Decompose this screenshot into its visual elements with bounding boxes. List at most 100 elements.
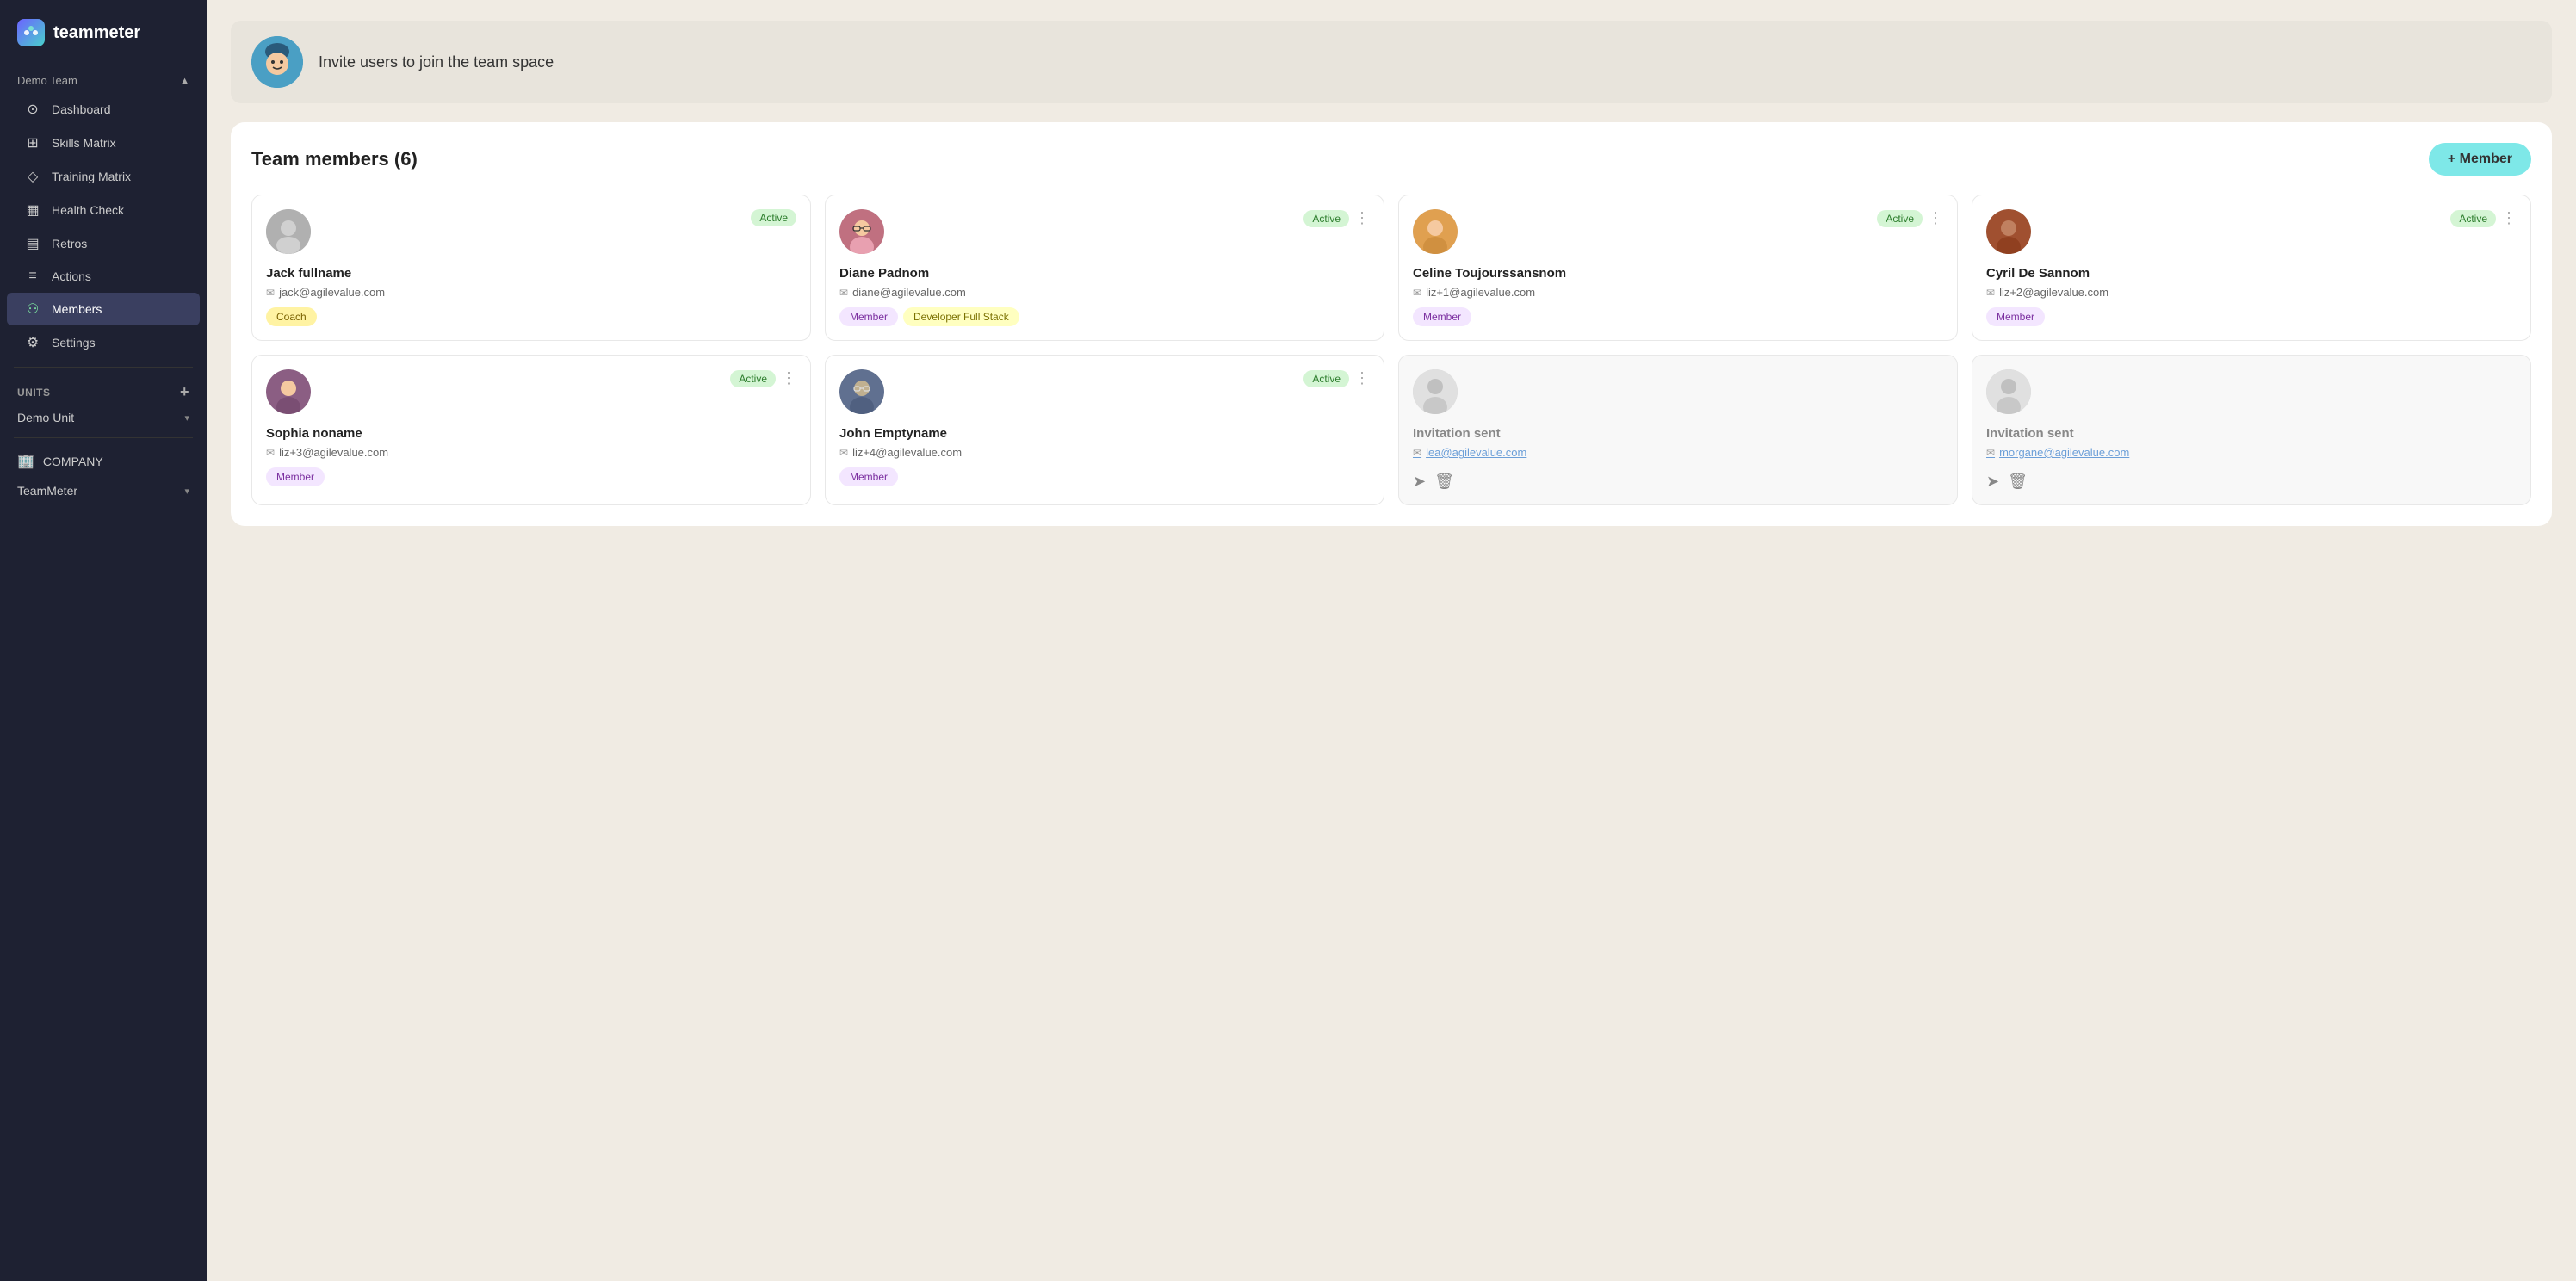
invitation-actions: ➤ 🗑: [1413, 473, 1943, 491]
email-icon: ✉: [1413, 447, 1421, 459]
sidebar-item-label: Dashboard: [52, 102, 111, 116]
app-name: teammeter: [53, 23, 140, 43]
member-roles: Member: [266, 467, 796, 486]
member-card: Active ⋮ John Emptyname ✉ liz+4@agileval…: [825, 355, 1384, 505]
email-icon: ✉: [839, 287, 848, 299]
member-menu-button[interactable]: ⋮: [781, 369, 796, 387]
role-tag: Member: [266, 467, 325, 486]
invitation-email: ✉ lea@agilevalue.com: [1413, 446, 1943, 459]
sidebar-item-demo-unit[interactable]: Demo Unit ▾: [0, 405, 207, 430]
main-content: Invite users to join the team space Team…: [207, 0, 2576, 1281]
member-email: ✉ liz+2@agilevalue.com: [1986, 286, 2517, 299]
status-badge: Active: [2450, 210, 2496, 227]
demo-unit-label: Demo Unit: [17, 411, 74, 424]
resend-invitation-button[interactable]: ➤: [1986, 473, 1999, 491]
role-tag: Member: [1413, 307, 1471, 326]
sidebar-item-label: Health Check: [52, 203, 124, 217]
retros-icon: ▤: [24, 235, 41, 252]
member-name: Diane Padnom: [839, 266, 1370, 281]
add-member-button[interactable]: + Member: [2429, 143, 2531, 176]
sidebar-item-label: Members: [52, 302, 102, 316]
member-status-area: Active: [751, 209, 796, 226]
demo-unit-chevron-icon: ▾: [184, 412, 189, 424]
app-logo-icon: [17, 19, 45, 46]
delete-invitation-button[interactable]: 🗑: [2008, 473, 2028, 491]
email-icon: ✉: [839, 447, 848, 459]
invite-avatar: [251, 36, 303, 88]
invite-text: Invite users to join the team space: [319, 53, 554, 71]
company-icon: 🏢: [17, 453, 34, 470]
email-icon: ✉: [1413, 287, 1421, 299]
member-roles: Member: [839, 467, 1370, 486]
member-name: John Emptyname: [839, 426, 1370, 441]
sidebar-item-health-check[interactable]: ▦ Health Check: [7, 194, 200, 226]
invitation-sent-label: Invitation sent: [1986, 426, 2517, 441]
member-avatar: [266, 209, 311, 254]
sidebar-logo: teammeter: [0, 0, 207, 62]
sidebar-item-label: Settings: [52, 336, 96, 350]
member-menu-button[interactable]: ⋮: [2501, 209, 2517, 227]
settings-icon: ⚙: [24, 334, 41, 351]
member-status-area: Active ⋮: [1877, 209, 1943, 227]
sidebar-item-dashboard[interactable]: ⊙ Dashboard: [7, 93, 200, 126]
invitation-email: ✉ morgane@agilevalue.com: [1986, 446, 2517, 459]
sidebar-item-company[interactable]: 🏢 COMPANY: [0, 445, 207, 478]
member-card-top: Active ⋮: [266, 369, 796, 414]
status-badge: Active: [1877, 210, 1923, 227]
company-label: COMPANY: [43, 455, 103, 468]
sidebar-item-settings[interactable]: ⚙ Settings: [7, 326, 200, 359]
team-header: Team members (6) + Member: [251, 143, 2531, 176]
sidebar-item-skills-matrix[interactable]: ⊞ Skills Matrix: [7, 127, 200, 159]
member-status-area: Active ⋮: [730, 369, 796, 387]
member-email: ✉ liz+4@agilevalue.com: [839, 446, 1370, 459]
member-avatar: [1986, 209, 2031, 254]
member-roles: Member: [1413, 307, 1943, 326]
sidebar-item-actions[interactable]: ≡ Actions: [7, 261, 200, 292]
sidebar-item-label: Training Matrix: [52, 170, 131, 183]
member-card-top: Active ⋮: [1986, 209, 2517, 254]
sidebar-item-members[interactable]: ⚇ Members: [7, 293, 200, 325]
sidebar-item-teammeter[interactable]: TeamMeter ▾: [0, 478, 207, 504]
add-unit-button[interactable]: +: [180, 383, 189, 401]
role-tag: Coach: [266, 307, 317, 326]
member-name: Celine Toujourssansnom: [1413, 266, 1943, 281]
invitation-sent-label: Invitation sent: [1413, 426, 1943, 441]
role-tag: Member: [1986, 307, 2045, 326]
email-icon: ✉: [1986, 447, 1995, 459]
status-badge: Active: [751, 209, 796, 226]
delete-invitation-button[interactable]: 🗑: [1434, 473, 1454, 491]
member-card: Active ⋮ Diane Padnom ✉ diane@agilevalue…: [825, 195, 1384, 341]
member-card-top: Active ⋮: [839, 369, 1370, 414]
health-check-icon: ▦: [24, 201, 41, 219]
invite-banner[interactable]: Invite users to join the team space: [231, 21, 2552, 103]
member-email: ✉ jack@agilevalue.com: [266, 286, 796, 299]
member-avatar: [1413, 209, 1458, 254]
invitation-card: Invitation sent ✉ morgane@agilevalue.com…: [1972, 355, 2531, 505]
company-nav-chevron-icon: ▾: [184, 486, 189, 497]
member-roles: Member Developer Full Stack: [839, 307, 1370, 326]
member-menu-button[interactable]: ⋮: [1928, 209, 1943, 227]
member-card-top: [1413, 369, 1943, 414]
sidebar-item-label: Retros: [52, 237, 87, 251]
member-menu-button[interactable]: ⋮: [1354, 209, 1370, 227]
role-tag: Member: [839, 467, 898, 486]
team-chevron-icon: ▲: [180, 76, 189, 86]
member-menu-button[interactable]: ⋮: [1354, 369, 1370, 387]
member-email: ✉ liz+3@agilevalue.com: [266, 446, 796, 459]
team-section-header[interactable]: Demo Team ▲: [0, 62, 207, 92]
team-title: Team members (6): [251, 148, 418, 170]
status-badge: Active: [1303, 210, 1349, 227]
sidebar: teammeter Demo Team ▲ ⊙ Dashboard ⊞ Skil…: [0, 0, 207, 1281]
member-avatar: [839, 369, 884, 414]
member-avatar: [839, 209, 884, 254]
members-grid: Active Jack fullname ✉ jack@agilevalue.c…: [251, 195, 2531, 505]
sidebar-item-training-matrix[interactable]: ◇ Training Matrix: [7, 160, 200, 193]
sidebar-divider-2: [14, 437, 193, 438]
sidebar-item-retros[interactable]: ▤ Retros: [7, 227, 200, 260]
members-icon: ⚇: [24, 300, 41, 318]
team-name: Demo Team: [17, 74, 77, 87]
member-card-top: [1986, 369, 2517, 414]
training-matrix-icon: ◇: [24, 168, 41, 185]
resend-invitation-button[interactable]: ➤: [1413, 473, 1426, 491]
sidebar-divider: [14, 367, 193, 368]
